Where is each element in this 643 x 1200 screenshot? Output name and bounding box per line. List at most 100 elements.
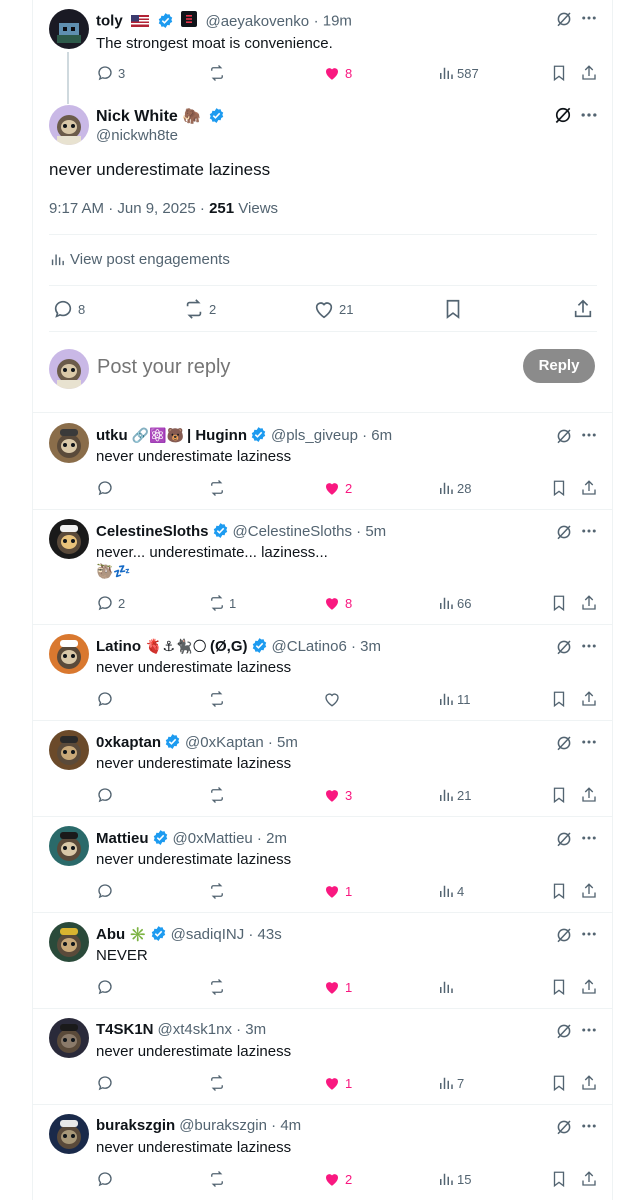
author-handle[interactable]: @burakszgin [179,1117,267,1134]
avatar[interactable] [49,826,89,866]
grok-icon[interactable] [555,734,573,757]
reply-button[interactable]: 2 [96,594,125,612]
post-time[interactable]: 5m [365,523,386,540]
reply-button[interactable] [96,690,114,708]
author-name[interactable]: Abu [96,926,125,943]
avatar[interactable] [49,105,89,145]
avatar[interactable] [49,423,89,463]
views-button[interactable]: 21 [437,786,471,804]
bookmark-button[interactable] [550,594,568,617]
more-icon[interactable] [580,1021,598,1044]
like-button[interactable]: 8 [323,64,352,82]
reply-button[interactable] [96,1074,114,1092]
bookmark-button[interactable] [550,978,568,1001]
repost-button[interactable]: 1 [208,594,236,612]
views-button[interactable]: 28 [437,479,471,497]
post-time[interactable]: 3m [245,1021,266,1038]
grok-icon[interactable] [555,638,573,661]
avatar[interactable] [49,730,89,770]
bookmark-button[interactable] [550,1170,568,1193]
post-time[interactable]: 2m [266,830,287,847]
post-time[interactable]: 3m [360,638,381,655]
views-button[interactable]: 4 [437,882,464,900]
author-handle[interactable]: @nickwh8te [96,127,178,144]
like-button[interactable]: 1 [323,978,352,996]
post-time[interactable]: 5m [277,734,298,751]
bookmark-button[interactable] [442,298,464,325]
like-button[interactable]: 1 [323,1074,352,1092]
share-button[interactable] [580,786,598,809]
reply-button[interactable] [96,978,114,996]
repost-button[interactable] [208,978,226,996]
reply-button[interactable] [96,479,114,497]
more-icon[interactable] [579,105,599,130]
reply-button[interactable] [96,1170,114,1188]
author-name[interactable]: burakszgin [96,1117,175,1134]
author-handle[interactable]: @xt4sk1nx [158,1021,232,1038]
like-button[interactable] [323,690,341,708]
bookmark-button[interactable] [550,64,568,87]
avatar[interactable] [49,1018,89,1058]
more-icon[interactable] [580,925,598,948]
reply-input[interactable] [97,352,497,382]
reply-button[interactable] [96,882,114,900]
views-button[interactable]: 15 [437,1170,471,1188]
author-name[interactable]: T4SK1N [96,1021,154,1038]
like-button[interactable]: 3 [323,786,352,804]
grok-icon[interactable] [555,830,573,853]
more-icon[interactable] [580,637,598,660]
author-handle[interactable]: @CelestineSloths [233,523,352,540]
like-button[interactable]: 2 [323,1170,352,1188]
avatar[interactable] [49,9,89,49]
share-button[interactable] [580,882,598,905]
repost-button[interactable] [208,882,226,900]
more-icon[interactable] [580,733,598,756]
share-button[interactable] [572,298,594,325]
views-button[interactable]: 11 [437,690,471,708]
author-handle[interactable]: @0xKaptan [185,734,264,751]
reply-button[interactable] [96,786,114,804]
grok-icon[interactable] [553,105,573,130]
avatar[interactable] [49,634,89,674]
views-button[interactable] [437,978,455,996]
grok-icon[interactable] [555,10,573,33]
author-handle[interactable]: @aeyakovenko [205,13,309,30]
share-button[interactable] [580,594,598,617]
author-handle[interactable]: @0xMattieu [173,830,253,847]
author-name[interactable]: Mattieu [96,830,149,847]
repost-button[interactable] [208,1074,226,1092]
like-button[interactable]: 8 [323,594,352,612]
bookmark-button[interactable] [550,786,568,809]
avatar[interactable] [49,519,89,559]
repost-button[interactable]: 2 [183,298,216,320]
reply-submit-button[interactable]: Reply [523,349,595,383]
more-icon[interactable] [580,522,598,545]
bookmark-button[interactable] [550,690,568,713]
bookmark-button[interactable] [550,479,568,502]
like-button[interactable]: 2 [323,479,352,497]
more-icon[interactable] [580,426,598,449]
like-button[interactable]: 21 [313,298,353,320]
post-time[interactable]: 6m [371,427,392,444]
avatar[interactable] [49,922,89,962]
author-handle[interactable]: @sadiqINJ [171,926,245,943]
post-time[interactable]: 43s [258,926,282,943]
share-button[interactable] [580,1170,598,1193]
author-handle[interactable]: @CLatino6 [272,638,347,655]
views-button[interactable]: 7 [437,1074,464,1092]
author-name[interactable]: Nick White [96,108,178,125]
repost-button[interactable] [208,64,226,82]
views-button[interactable]: 66 [437,594,471,612]
share-button[interactable] [580,690,598,713]
views-button[interactable]: 587 [437,64,479,82]
avatar[interactable] [49,1114,89,1154]
reply-button[interactable]: 8 [52,298,85,320]
post-time[interactable]: 19m [323,13,352,30]
like-button[interactable]: 1 [323,882,352,900]
grok-icon[interactable] [555,427,573,450]
author-name[interactable]: CelestineSloths [96,523,209,540]
repost-button[interactable] [208,479,226,497]
grok-icon[interactable] [555,523,573,546]
author-name[interactable]: toly [96,13,123,30]
post-timestamp[interactable]: 9:17 AM · Jun 9, 2025 · [49,200,209,217]
